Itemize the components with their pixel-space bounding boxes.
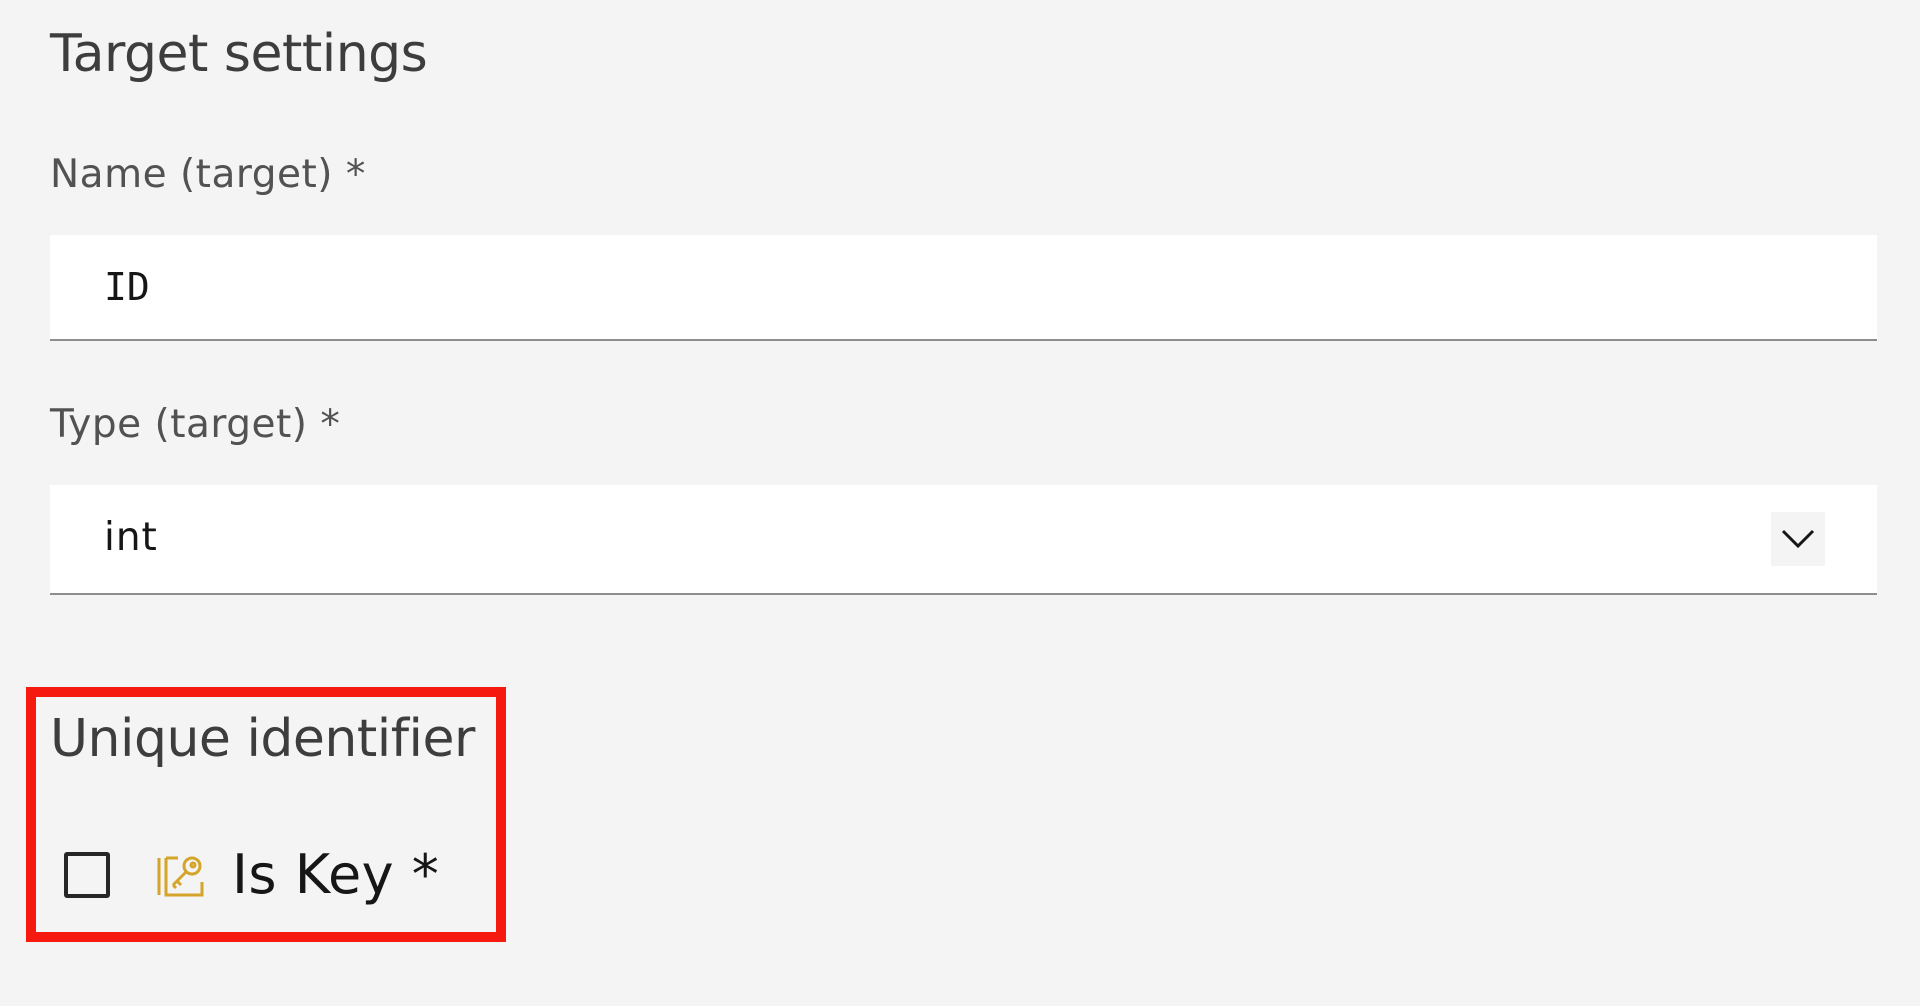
name-target-label: Name (target) * (50, 152, 366, 197)
type-target-select[interactable]: int (50, 485, 1877, 595)
name-target-input[interactable] (50, 235, 1877, 341)
type-target-selected-value: int (104, 515, 158, 560)
type-target-label: Type (target) * (50, 402, 341, 447)
is-key-label: Is Key * (232, 843, 440, 906)
target-settings-panel: Target settings Name (target) * Type (ta… (0, 0, 1920, 1006)
chevron-down-icon[interactable] (1771, 512, 1825, 566)
key-edit-icon (156, 850, 206, 900)
is-key-checkbox[interactable] (64, 852, 110, 898)
section-title: Target settings (50, 24, 428, 84)
unique-identifier-title: Unique identifier (50, 709, 475, 769)
is-key-checkbox-row[interactable]: Is Key * (64, 840, 439, 910)
